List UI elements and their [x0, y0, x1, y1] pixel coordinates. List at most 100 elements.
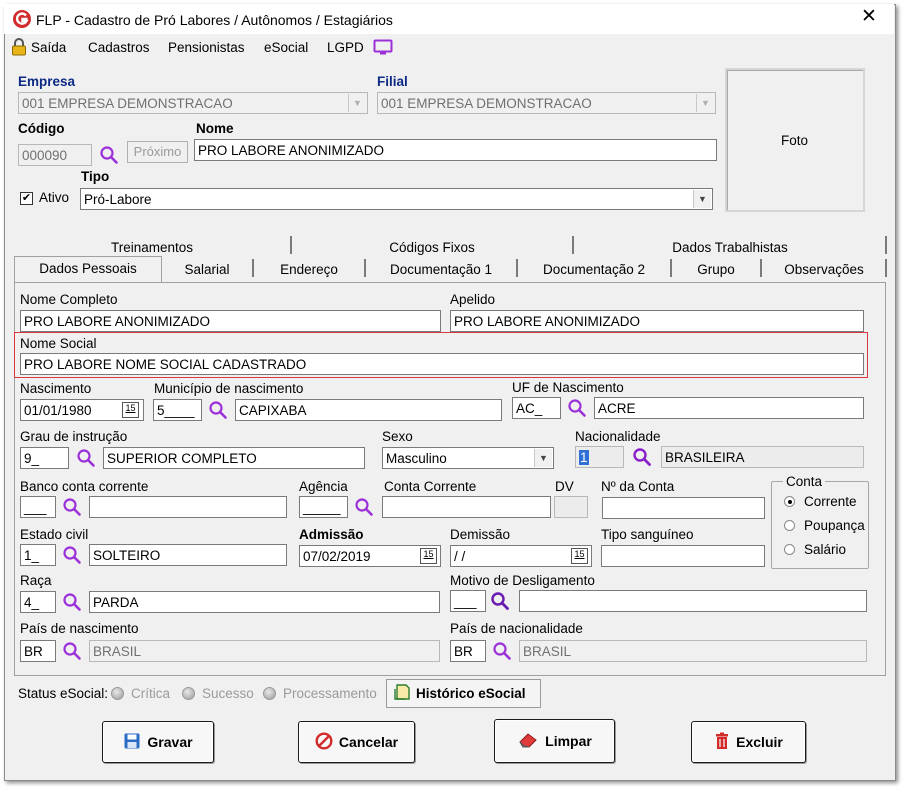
apelido-input[interactable]: PRO LABORE ANONIMIZADO	[450, 310, 864, 332]
uf-name-input[interactable]: ACRE	[594, 397, 864, 419]
empresa-select[interactable]: 001 EMPRESA DEMONSTRACAO ▼	[18, 92, 368, 114]
calendar-icon[interactable]: 15	[420, 548, 437, 564]
admissao-label: Admissão	[299, 527, 364, 542]
delete-button[interactable]: Excluir	[691, 721, 806, 763]
nome-input[interactable]: PRO LABORE ANONIMIZADO	[194, 139, 717, 161]
tab-endereco[interactable]: Endereço	[254, 262, 364, 277]
calendar-icon[interactable]: 15	[122, 402, 139, 418]
num-conta-input[interactable]	[602, 497, 765, 519]
sexo-label: Sexo	[382, 429, 413, 444]
agencia-input[interactable]: _____	[299, 496, 348, 518]
motivo-name-input[interactable]	[519, 590, 867, 612]
pais-nascimento-code-input[interactable]: BR	[20, 640, 56, 662]
tab-observacoes[interactable]: Observações	[762, 262, 886, 277]
search-icon[interactable]	[76, 448, 96, 468]
sexo-select[interactable]: Masculino ▼	[382, 447, 554, 469]
banco-code-input[interactable]: ___	[20, 496, 56, 518]
menu-pensioners[interactable]: Pensionistas	[168, 40, 245, 55]
pais-nacionalidade-name-input[interactable]: BRASIL	[519, 640, 867, 662]
apelido-label: Apelido	[450, 292, 496, 307]
tipo-select[interactable]: Pró-Labore ▼	[80, 188, 713, 210]
nome-social-input[interactable]: PRO LABORE NOME SOCIAL CADASTRADO	[20, 353, 864, 375]
search-icon[interactable]	[62, 497, 82, 517]
status-critica-icon	[111, 687, 124, 700]
banco-name-input[interactable]	[89, 496, 287, 518]
tipo-sanguineo-label: Tipo sanguíneo	[601, 527, 694, 542]
tab-separator	[885, 259, 887, 277]
next-button[interactable]: Próximo	[127, 141, 188, 163]
search-icon[interactable]	[62, 641, 82, 661]
motivo-code-input[interactable]: ___	[450, 590, 486, 612]
raca-code-input[interactable]: 4_	[20, 591, 56, 613]
cancel-button-label: Cancelar	[338, 734, 399, 750]
radio-corrente[interactable]	[784, 496, 795, 507]
chevron-down-icon: ▼	[534, 449, 552, 467]
historico-esocial-button[interactable]: Histórico eSocial	[386, 679, 541, 708]
tab-documentacao-1[interactable]: Documentação 1	[366, 262, 516, 277]
menu-lgpd[interactable]: LGPD	[327, 40, 364, 55]
lock-icon	[11, 38, 27, 59]
calendar-icon[interactable]: 15	[571, 548, 588, 564]
nacionalidade-name-input[interactable]: BRASILEIRA	[661, 446, 864, 468]
dv-input[interactable]	[554, 496, 588, 518]
conta-corrente-input[interactable]	[382, 496, 551, 518]
tab-dados-trabalhistas[interactable]: Dados Trabalhistas	[574, 240, 886, 255]
search-icon[interactable]	[62, 545, 82, 565]
cancel-button[interactable]: Cancelar	[298, 721, 415, 763]
estado-civil-label: Estado civil	[20, 527, 89, 542]
nome-social-label: Nome Social	[20, 336, 97, 351]
tab-documentacao-2[interactable]: Documentação 2	[518, 262, 670, 277]
search-icon[interactable]	[567, 398, 587, 418]
clear-button-label: Limpar	[545, 733, 592, 749]
search-icon[interactable]	[632, 447, 652, 467]
menu-exit[interactable]: Saída	[31, 40, 66, 55]
ativo-checkbox[interactable]: ✔	[20, 192, 33, 205]
codigo-label: Código	[18, 121, 65, 136]
demissao-label: Demissão	[450, 527, 511, 542]
clear-button[interactable]: Limpar	[494, 719, 615, 763]
banco-label: Banco conta corrente	[20, 479, 149, 494]
municipio-code-input[interactable]: 5____	[153, 399, 202, 421]
search-icon[interactable]	[490, 591, 510, 611]
motivo-label: Motivo de Desligamento	[450, 573, 595, 588]
radio-poupanca-label: Poupança	[804, 518, 865, 533]
tipo-sanguineo-input[interactable]	[601, 545, 765, 567]
menu-esocial[interactable]: eSocial	[264, 40, 308, 55]
raca-name-input[interactable]: PARDA	[89, 591, 440, 613]
search-icon[interactable]	[99, 145, 119, 165]
save-button-label: Gravar	[147, 734, 193, 750]
nacionalidade-code-input[interactable]: 1	[575, 446, 624, 468]
grau-code-input[interactable]: 9_	[20, 447, 69, 469]
forbidden-icon	[315, 731, 333, 753]
filial-select[interactable]: 001 EMPRESA DEMONSTRACAO ▼	[377, 92, 716, 114]
search-icon[interactable]	[492, 641, 512, 661]
radio-salario[interactable]	[784, 544, 795, 555]
municipio-name-input[interactable]: CAPIXABA	[235, 399, 502, 421]
codigo-input[interactable]: 000090	[18, 144, 92, 166]
tab-treinamentos[interactable]: Treinamentos	[14, 240, 290, 255]
uf-code-input[interactable]: AC_	[512, 397, 561, 419]
menu-registrations[interactable]: Cadastros	[88, 40, 150, 55]
eraser-icon	[517, 731, 539, 752]
empresa-value: 001 EMPRESA DEMONSTRACAO	[22, 96, 233, 111]
estado-civil-name-input[interactable]: SOLTEIRO	[89, 544, 287, 566]
search-icon[interactable]	[354, 497, 374, 517]
num-conta-label: Nº da Conta	[601, 479, 675, 494]
search-icon[interactable]	[208, 400, 228, 420]
monitor-icon[interactable]	[373, 39, 393, 59]
close-button[interactable]: ✕	[858, 6, 880, 28]
tab-codigos-fixos[interactable]: Códigos Fixos	[292, 240, 572, 255]
nome-completo-input[interactable]: PRO LABORE ANONIMIZADO	[20, 310, 441, 332]
tab-grupo[interactable]: Grupo	[672, 262, 760, 277]
tab-dados-pessoais[interactable]: Dados Pessoais	[14, 261, 162, 276]
radio-poupanca[interactable]	[784, 520, 795, 531]
save-button[interactable]: Gravar	[102, 721, 214, 763]
search-icon[interactable]	[62, 592, 82, 612]
pais-nacionalidade-code-input[interactable]: BR	[450, 640, 486, 662]
municipio-label: Município de nascimento	[154, 381, 304, 396]
estado-civil-code-input[interactable]: 1_	[20, 544, 56, 566]
grau-name-input[interactable]: SUPERIOR COMPLETO	[103, 447, 365, 469]
filial-value: 001 EMPRESA DEMONSTRACAO	[381, 96, 592, 111]
pais-nascimento-name-input[interactable]: BRASIL	[89, 640, 440, 662]
tab-salarial[interactable]: Salarial	[162, 262, 252, 277]
